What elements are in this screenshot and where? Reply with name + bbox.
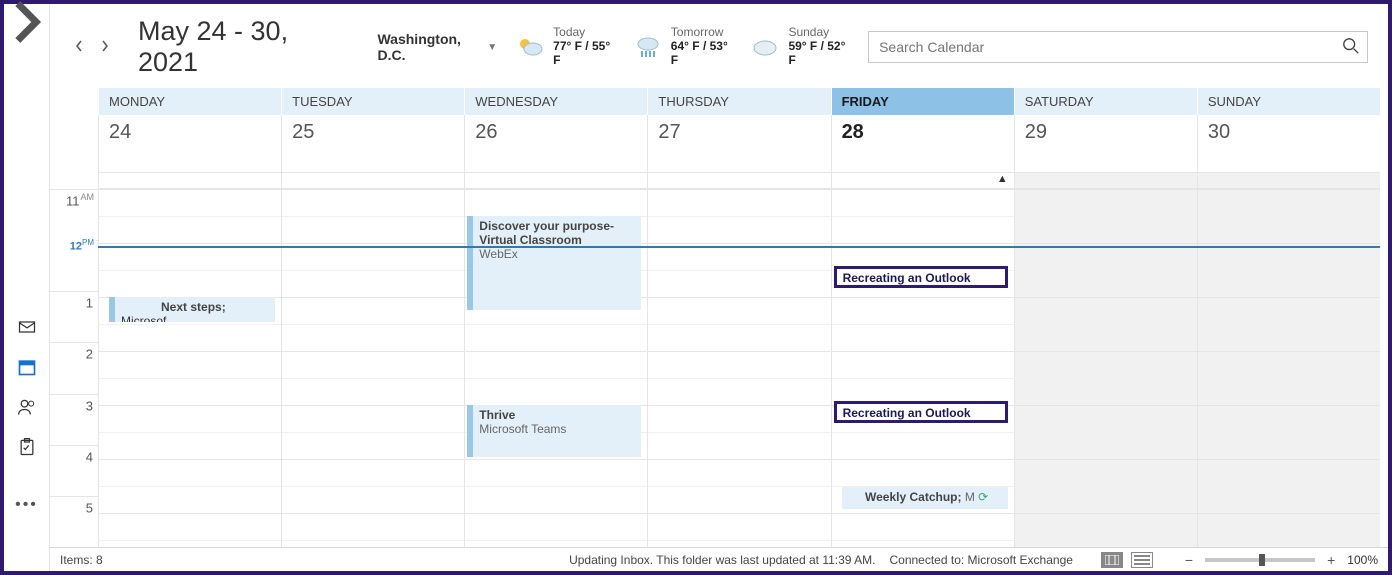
- recurring-icon: ⟳: [978, 490, 988, 504]
- more-modules-icon[interactable]: •••: [15, 496, 38, 514]
- day-header-sat[interactable]: SATURDAY: [1014, 88, 1197, 115]
- date-number-row: 24 25 26 27 28 29 30: [98, 115, 1380, 173]
- status-bar: Items: 8 Updating Inbox. This folder was…: [50, 547, 1388, 571]
- allday-row[interactable]: ▲: [98, 173, 1380, 189]
- weather-tomorrow[interactable]: Tomorrow 64° F / 53° F: [633, 26, 733, 67]
- day-header-wed[interactable]: WEDNESDAY: [464, 88, 647, 115]
- zoom-in-button[interactable]: +: [1323, 552, 1339, 568]
- tasks-module-icon[interactable]: [16, 436, 38, 458]
- date-cell-thu[interactable]: 27: [647, 115, 830, 172]
- event-recreate-meeting-2[interactable]: Recreating an Outlook Meet: [834, 401, 1008, 423]
- mail-module-icon[interactable]: [16, 316, 38, 338]
- current-time-line: [98, 246, 1380, 248]
- zoom-slider[interactable]: [1205, 558, 1315, 562]
- day-column-sat[interactable]: [1014, 189, 1197, 547]
- status-sync-message: Updating Inbox. This folder was last upd…: [569, 553, 875, 567]
- date-cell-sun[interactable]: 30: [1197, 115, 1380, 172]
- weather-today[interactable]: Today 77° F / 55° F: [515, 26, 615, 67]
- day-column-mon[interactable]: Next steps; Microsof: [98, 189, 281, 547]
- status-connection: Connected to: Microsoft Exchange: [889, 553, 1072, 567]
- day-column-sun[interactable]: ▲: [1197, 189, 1380, 547]
- rain-icon: [633, 35, 663, 59]
- left-sidebar: •••: [4, 4, 50, 571]
- day-column-tue[interactable]: [281, 189, 464, 547]
- calendar-grid[interactable]: 12PM Next steps; Microsof: [98, 189, 1380, 547]
- day-header-fri[interactable]: FRIDAY: [831, 88, 1014, 115]
- status-item-count: Items: 8: [60, 553, 103, 567]
- collapse-allday-icon[interactable]: ▲: [997, 173, 1008, 185]
- calendar-module-icon[interactable]: [16, 356, 38, 378]
- expand-pane-icon[interactable]: [4, 8, 50, 36]
- date-range-title: May 24 - 30, 2021: [138, 16, 339, 78]
- next-week-button[interactable]: [96, 35, 114, 59]
- event-recreate-meeting-1[interactable]: Recreating an Outlook Meet: [834, 266, 1008, 288]
- day-column-wed[interactable]: Discover your purpose- Virtual Classroom…: [464, 189, 647, 547]
- search-icon[interactable]: [1342, 37, 1360, 55]
- calendar-header: May 24 - 30, 2021 Washington, D.C. ▼ Tod…: [50, 4, 1388, 88]
- event-thrive[interactable]: Thrive Microsoft Teams: [467, 405, 641, 457]
- current-time-label: 12PM: [50, 238, 96, 253]
- day-column-thu[interactable]: [647, 189, 830, 547]
- day-header-thu[interactable]: THURSDAY: [647, 88, 830, 115]
- day-header-sun[interactable]: SUNDAY: [1197, 88, 1380, 115]
- event-next-steps[interactable]: Next steps; Microsof: [109, 297, 275, 322]
- people-module-icon[interactable]: [16, 396, 38, 418]
- date-cell-sat[interactable]: 29: [1014, 115, 1197, 172]
- day-column-fri[interactable]: Recreating an Outlook Meet Recreating an…: [831, 189, 1014, 547]
- date-cell-mon[interactable]: 24: [98, 115, 281, 172]
- view-normal-button[interactable]: [1101, 552, 1123, 568]
- prev-week-button[interactable]: [70, 35, 88, 59]
- view-reading-button[interactable]: [1131, 552, 1153, 568]
- day-header-tue[interactable]: TUESDAY: [281, 88, 464, 115]
- event-weekly-catchup[interactable]: Weekly Catchup; M ⟳: [842, 487, 1008, 509]
- weekday-header-row: MONDAY TUESDAY WEDNESDAY THURSDAY FRIDAY…: [98, 88, 1380, 115]
- event-discover-purpose[interactable]: Discover your purpose- Virtual Classroom…: [467, 216, 641, 310]
- chevron-down-icon: ▼: [487, 42, 497, 53]
- weather-sunday[interactable]: Sunday 59° F / 52° F: [750, 26, 850, 67]
- cloud-icon: [750, 35, 780, 59]
- date-cell-wed[interactable]: 26: [464, 115, 647, 172]
- weather-location-button[interactable]: Washington, D.C. ▼: [377, 31, 497, 63]
- date-cell-tue[interactable]: 25: [281, 115, 464, 172]
- zoom-percent[interactable]: 100%: [1347, 553, 1378, 567]
- calendar-search-input[interactable]: [868, 31, 1368, 63]
- date-cell-fri[interactable]: 28: [831, 115, 1014, 172]
- zoom-out-button[interactable]: −: [1181, 552, 1197, 568]
- sun-cloud-icon: [515, 35, 545, 59]
- day-header-mon[interactable]: MONDAY: [98, 88, 281, 115]
